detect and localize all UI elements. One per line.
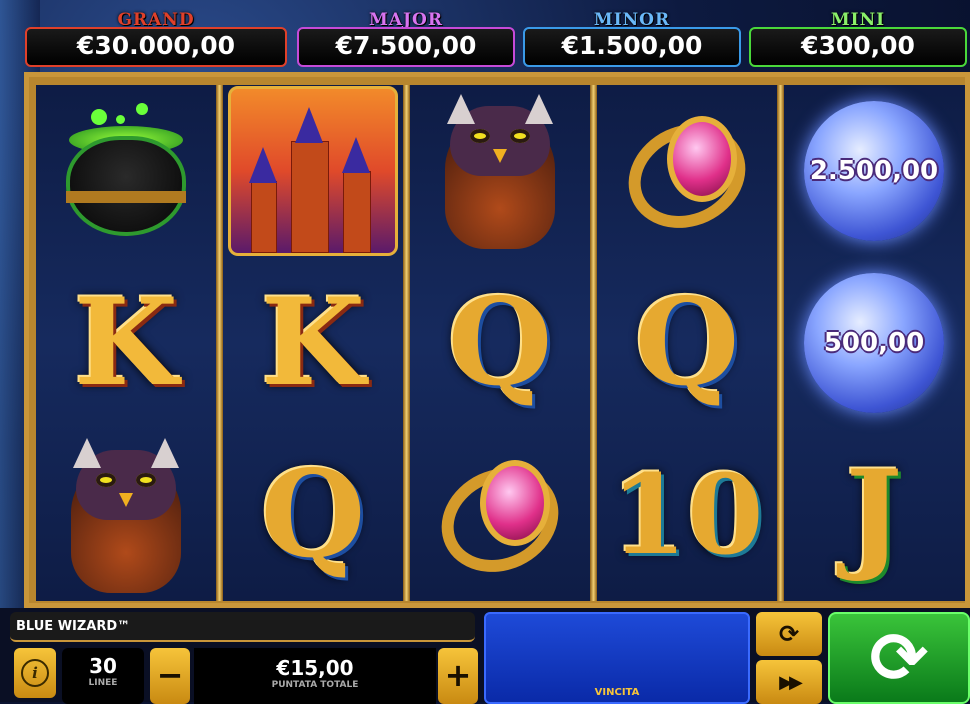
jackpot-minor: MINOR €1.500,00	[523, 10, 741, 68]
symbol-owl	[36, 429, 216, 601]
symbol-q: Q	[597, 257, 777, 429]
ring-icon	[611, 105, 763, 247]
symbol-orb: 500,00	[784, 257, 964, 429]
reel-divider	[590, 85, 597, 601]
reel-4: Q 10	[597, 85, 777, 601]
reel-divider	[777, 85, 784, 601]
letter-q: Q	[634, 272, 740, 413]
info-button[interactable]: i	[14, 648, 56, 698]
jackpot-major: MAJOR €7.500,00	[297, 10, 515, 68]
symbol-orb: 2.500,00	[784, 85, 964, 257]
decrease-bet-button[interactable]: −	[150, 648, 190, 704]
lines-label: LINEE	[88, 678, 118, 688]
total-bet-display: €15,00 PUNTATA TOTALE	[194, 648, 436, 704]
letter-k: K	[260, 272, 366, 413]
symbol-owl	[410, 85, 590, 257]
reel-3: Q	[410, 85, 590, 601]
symbol-q: Q	[410, 257, 590, 429]
orb-icon: 2.500,00	[804, 101, 944, 241]
autoplay-button[interactable]: ⟳	[756, 612, 822, 656]
spin-icon: ⟳	[869, 617, 929, 699]
letter-k: K	[73, 272, 179, 413]
reel-5: 2.500,00 500,00 J	[784, 85, 965, 601]
reel-1: K	[36, 85, 216, 601]
win-display: VINCITA	[484, 612, 750, 704]
symbol-k: K	[36, 257, 216, 429]
reel-divider	[216, 85, 223, 601]
symbol-cauldron	[36, 85, 216, 257]
jackpot-grand: GRAND €30.000,00	[25, 10, 287, 68]
cauldron-icon	[61, 101, 191, 241]
orb-value: 500,00	[823, 328, 925, 358]
letter-q: Q	[447, 272, 553, 413]
lines-value: 30	[89, 654, 117, 678]
symbol-j: J	[784, 429, 964, 601]
fast-forward-icon: ▶▶	[779, 671, 803, 693]
game-title: BLUE WIZARD™	[10, 612, 475, 642]
symbol-10: 10	[597, 429, 777, 601]
owl-icon	[425, 93, 575, 249]
jackpot-grand-value: €30.000,00	[25, 27, 287, 67]
info-icon: i	[21, 659, 49, 687]
reel-divider	[403, 85, 410, 601]
symbol-castle	[223, 85, 403, 257]
letter-q: Q	[260, 444, 366, 585]
ring-icon	[424, 449, 576, 591]
increase-bet-button[interactable]: +	[438, 648, 478, 704]
control-panel: BLUE WIZARD™ i 30 LINEE − €15,00 PUNTATA…	[0, 608, 970, 704]
symbol-k: K	[223, 257, 403, 429]
spin-button[interactable]: ⟳	[828, 612, 970, 704]
turbo-button[interactable]: ▶▶	[756, 660, 822, 704]
castle-icon	[228, 86, 398, 256]
orb-icon: 500,00	[804, 273, 944, 413]
jackpot-major-value: €7.500,00	[297, 27, 515, 67]
symbol-q: Q	[223, 429, 403, 601]
jackpot-minor-value: €1.500,00	[523, 27, 741, 67]
number-10: 10	[610, 450, 764, 579]
total-bet-label: PUNTATA TOTALE	[271, 680, 359, 690]
orb-value: 2.500,00	[809, 156, 939, 186]
reel-frame: K K Q Q Q 10 2.500,00 500,00 J	[24, 72, 970, 608]
autoplay-icon: ⟳	[778, 620, 800, 648]
lines-display: 30 LINEE	[62, 648, 144, 704]
total-bet-value: €15,00	[276, 656, 354, 680]
win-label: VINCITA	[594, 687, 640, 698]
symbol-ring	[597, 85, 777, 257]
symbol-ring	[410, 429, 590, 601]
letter-j: J	[845, 444, 903, 585]
jackpot-mini-value: €300,00	[749, 27, 967, 67]
reel-2: K Q	[223, 85, 403, 601]
jackpot-mini: MINI €300,00	[749, 10, 967, 68]
owl-icon	[51, 437, 201, 593]
